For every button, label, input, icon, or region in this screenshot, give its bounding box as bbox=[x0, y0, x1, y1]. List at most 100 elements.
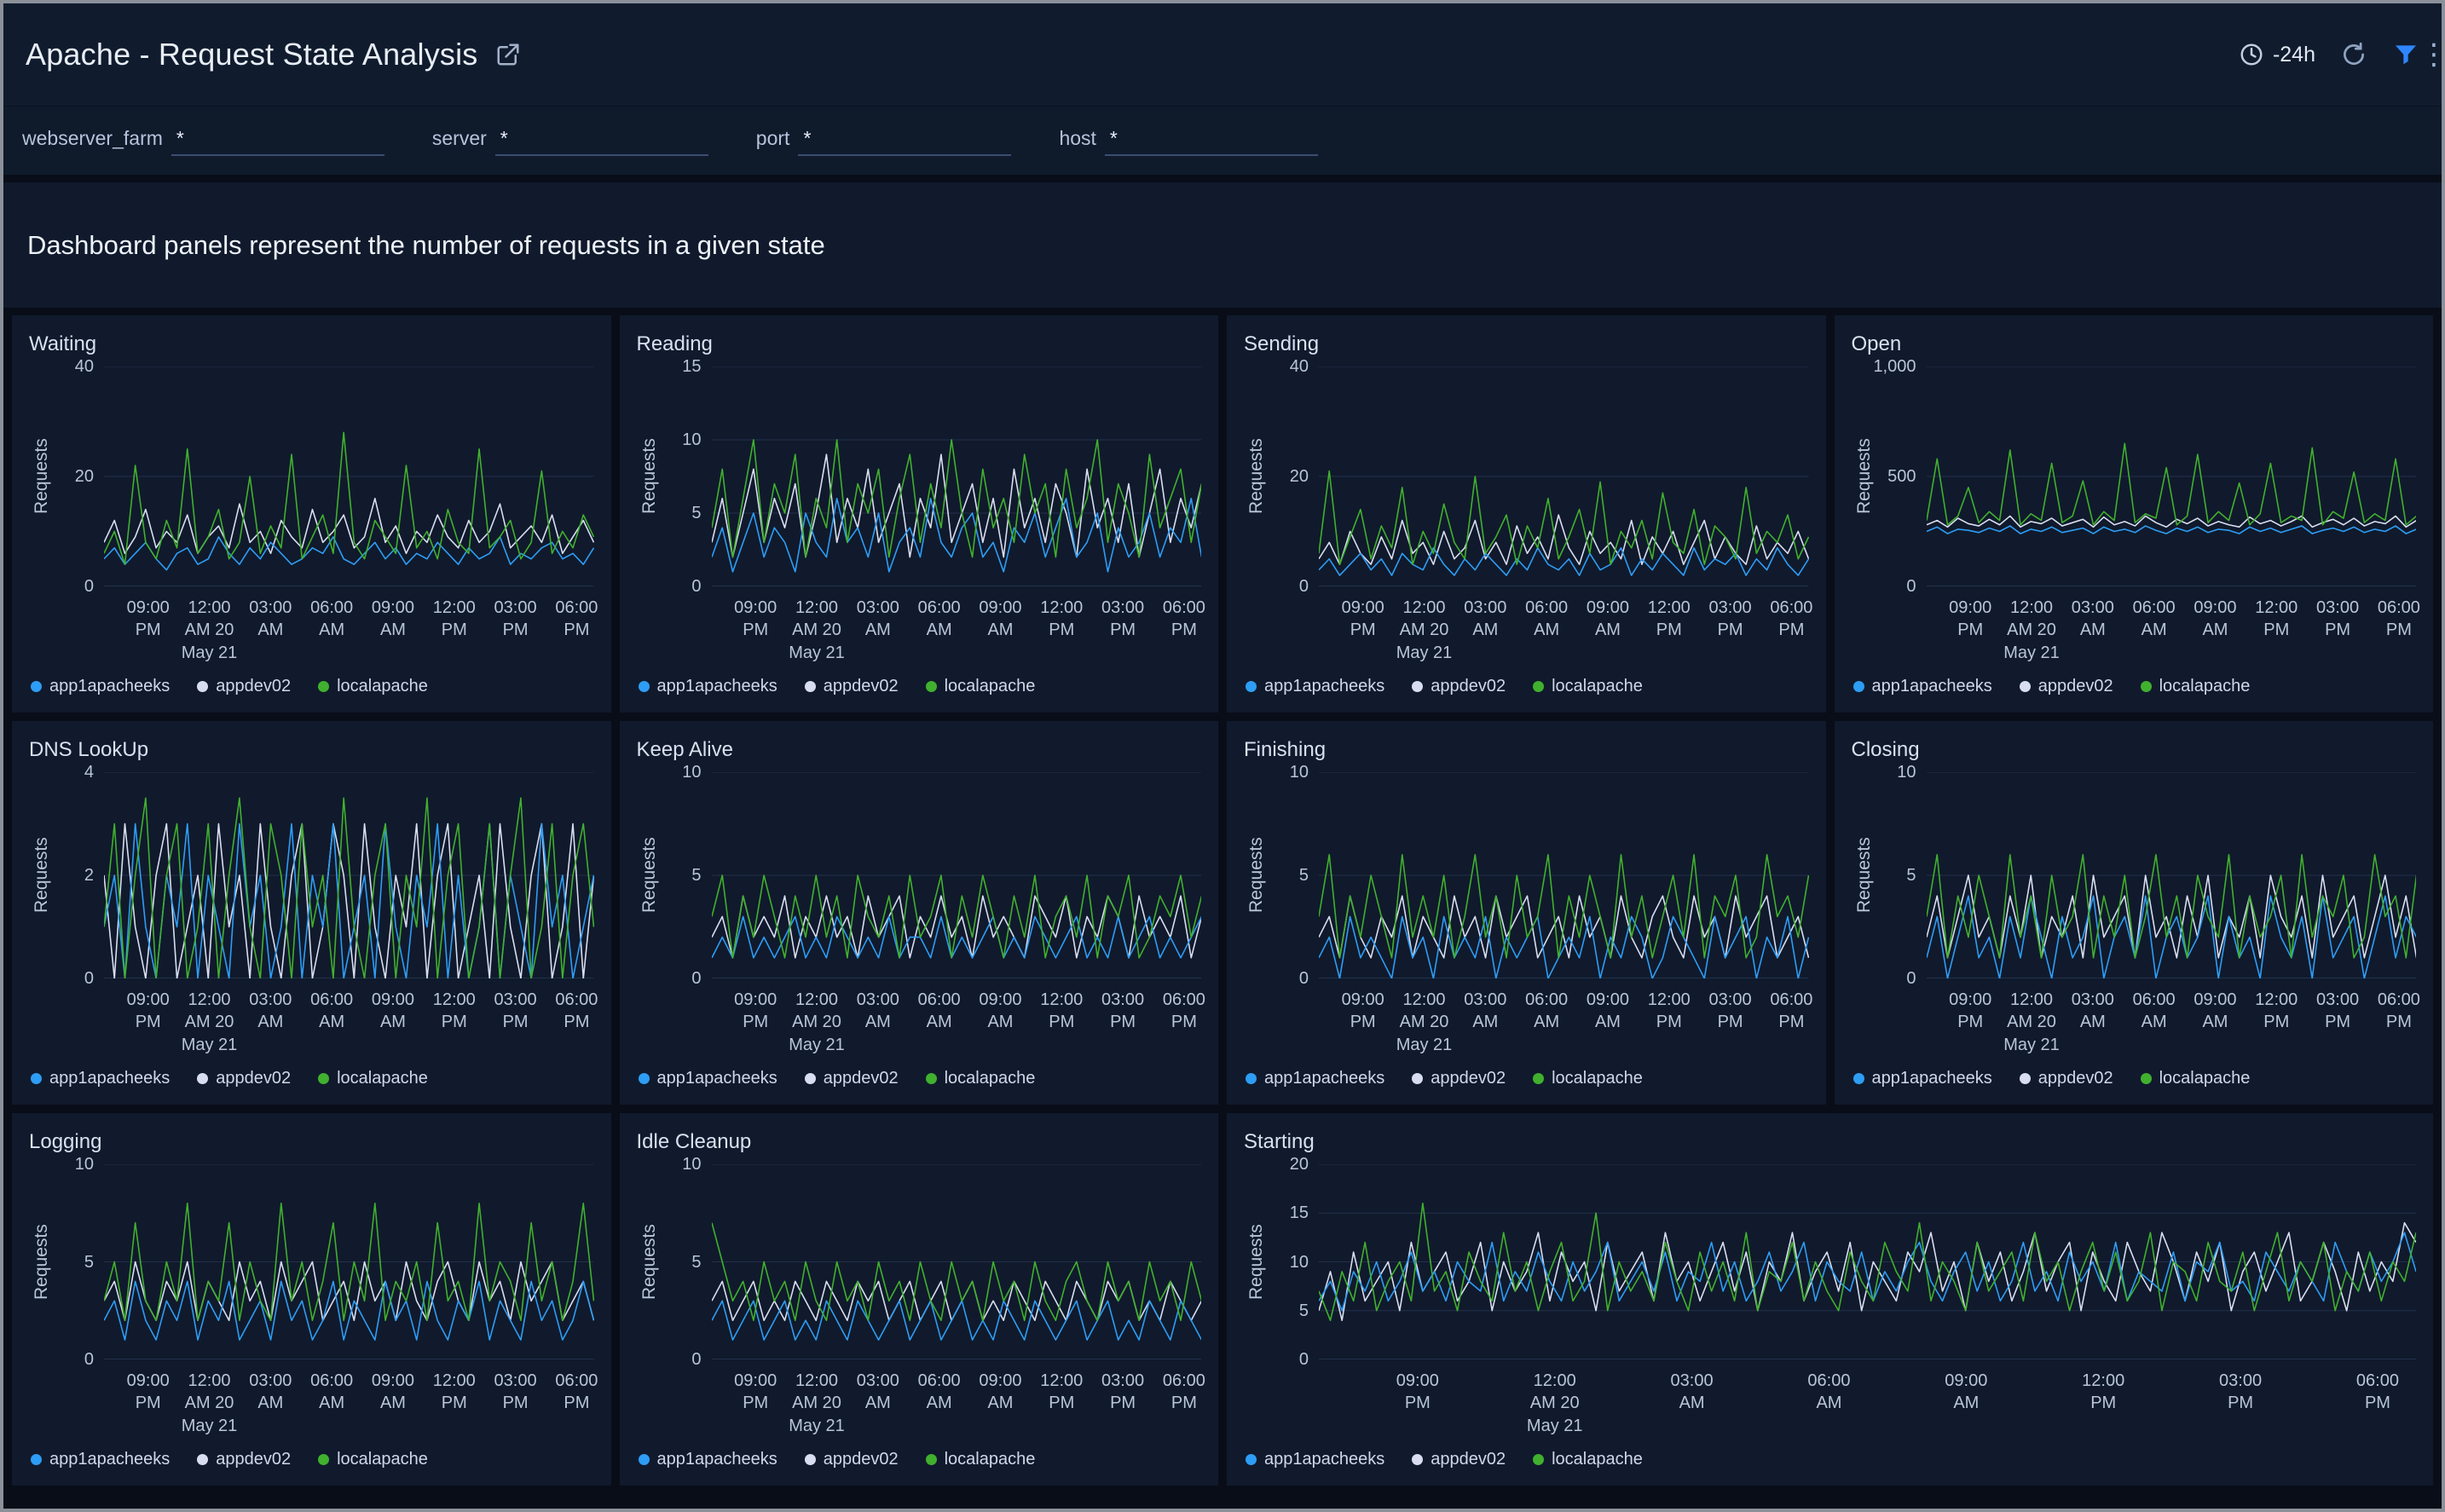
x-tick-label: 06:00 AM bbox=[2133, 597, 2176, 642]
plot-area[interactable] bbox=[712, 366, 1202, 586]
y-tick-label: 4 bbox=[84, 764, 94, 781]
panel-idle-cleanup: Idle Cleanup Requests 0510 09:00 PM12:00… bbox=[620, 1113, 1219, 1486]
legend-item-localapache[interactable]: localapache bbox=[926, 677, 1036, 696]
legend-item-app1apacheeks[interactable]: app1apacheeks bbox=[1246, 1069, 1384, 1088]
legend-dot bbox=[318, 1454, 329, 1465]
x-tick-label: 03:00 AM bbox=[249, 1370, 292, 1415]
legend-dot bbox=[2141, 681, 2152, 692]
y-tick-label: 0 bbox=[691, 970, 701, 987]
panel-closing: Closing Requests 0510 09:00 PM12:00 AM 2… bbox=[1835, 721, 2434, 1105]
kebab-menu-icon[interactable]: ⋮ bbox=[2419, 38, 2445, 72]
legend-label: app1apacheeks bbox=[1872, 677, 1992, 696]
legend-item-app1apacheeks[interactable]: app1apacheeks bbox=[639, 677, 777, 696]
y-tick-label: 20 bbox=[1290, 468, 1309, 485]
legend-item-localapache[interactable]: localapache bbox=[2141, 1069, 2251, 1088]
legend: app1apacheeks appdev02 localapache bbox=[637, 668, 1202, 704]
legend-item-appdev02[interactable]: appdev02 bbox=[2020, 677, 2113, 696]
x-tick-label: 09:00 AM bbox=[1945, 1370, 1987, 1415]
x-tick-label: 09:00 PM bbox=[734, 597, 777, 642]
legend-item-appdev02[interactable]: appdev02 bbox=[805, 1069, 899, 1088]
legend-dot bbox=[318, 1073, 329, 1084]
refresh-icon[interactable] bbox=[2341, 42, 2367, 67]
plot-area[interactable] bbox=[1319, 772, 1809, 978]
funnel-filter-icon[interactable] bbox=[2392, 41, 2419, 68]
plot-area[interactable] bbox=[1927, 772, 2417, 978]
y-axis-ticks: 024 bbox=[55, 772, 104, 978]
clock-icon bbox=[2239, 42, 2264, 67]
legend-item-appdev02[interactable]: appdev02 bbox=[2020, 1069, 2113, 1088]
port-input[interactable] bbox=[798, 125, 1011, 156]
legend-item-appdev02[interactable]: appdev02 bbox=[197, 1069, 291, 1088]
legend-item-localapache[interactable]: localapache bbox=[1533, 1069, 1643, 1088]
legend-item-appdev02[interactable]: appdev02 bbox=[197, 677, 291, 696]
plot-area[interactable] bbox=[104, 1164, 594, 1359]
legend-item-localapache[interactable]: localapache bbox=[318, 1069, 428, 1088]
open-in-new-icon[interactable] bbox=[495, 42, 521, 67]
legend-item-localapache[interactable]: localapache bbox=[318, 1450, 428, 1469]
plot-area[interactable] bbox=[712, 1164, 1202, 1359]
y-tick-label: 0 bbox=[1299, 578, 1309, 595]
chart-reading: Requests 051015 09:00 PM12:00 AM 20 May … bbox=[637, 366, 1202, 668]
y-tick-label: 5 bbox=[1299, 1302, 1309, 1319]
legend-label: app1apacheeks bbox=[1264, 1069, 1384, 1088]
legend-dot bbox=[31, 681, 42, 692]
x-tick-label: 03:00 PM bbox=[1101, 597, 1144, 642]
legend-item-localapache[interactable]: localapache bbox=[1533, 1450, 1643, 1469]
legend-item-localapache[interactable]: localapache bbox=[926, 1450, 1036, 1469]
legend-item-localapache[interactable]: localapache bbox=[2141, 677, 2251, 696]
x-tick-label: 12:00 AM 20 May 21 bbox=[182, 1370, 238, 1437]
plot-area[interactable] bbox=[1319, 1164, 2416, 1359]
y-tick-label: 15 bbox=[1290, 1204, 1309, 1221]
series-appdev02 bbox=[1319, 1223, 2416, 1321]
chart-logging: Requests 0510 09:00 PM12:00 AM 20 May 21… bbox=[29, 1164, 594, 1441]
x-tick-label: 06:00 PM bbox=[1163, 597, 1205, 642]
x-tick-label: 12:00 AM 20 May 21 bbox=[182, 989, 238, 1056]
plot-area[interactable] bbox=[712, 772, 1202, 978]
plot-area[interactable] bbox=[1927, 366, 2417, 586]
legend-dot bbox=[805, 1073, 816, 1084]
y-tick-label: 0 bbox=[1299, 970, 1309, 987]
legend-item-app1apacheeks[interactable]: app1apacheeks bbox=[1853, 1069, 1992, 1088]
time-range-button[interactable]: -24h bbox=[2239, 42, 2315, 67]
x-tick-label: 12:00 AM 20 May 21 bbox=[2003, 597, 2060, 664]
legend-item-appdev02[interactable]: appdev02 bbox=[805, 677, 899, 696]
legend-item-localapache[interactable]: localapache bbox=[926, 1069, 1036, 1088]
legend-item-appdev02[interactable]: appdev02 bbox=[197, 1450, 291, 1469]
legend-item-appdev02[interactable]: appdev02 bbox=[1412, 1069, 1506, 1088]
legend-item-app1apacheeks[interactable]: app1apacheeks bbox=[1246, 1450, 1384, 1469]
panel-title: DNS LookUp bbox=[29, 738, 594, 762]
legend-item-app1apacheeks[interactable]: app1apacheeks bbox=[31, 677, 170, 696]
legend-label: app1apacheeks bbox=[657, 677, 777, 696]
legend-item-app1apacheeks[interactable]: app1apacheeks bbox=[1246, 677, 1384, 696]
webserver-farm-input[interactable] bbox=[171, 125, 384, 156]
x-tick-label: 09:00 PM bbox=[1949, 597, 1991, 642]
legend-item-app1apacheeks[interactable]: app1apacheeks bbox=[639, 1069, 777, 1088]
y-axis-ticks: 02040 bbox=[1269, 366, 1319, 586]
legend-item-localapache[interactable]: localapache bbox=[318, 677, 428, 696]
plot-area[interactable] bbox=[1319, 366, 1809, 586]
x-tick-label: 09:00 PM bbox=[734, 989, 777, 1034]
plot-area[interactable] bbox=[104, 772, 594, 978]
x-tick-label: 03:00 PM bbox=[494, 1370, 537, 1415]
legend-item-appdev02[interactable]: appdev02 bbox=[1412, 1450, 1506, 1469]
legend-dot bbox=[1533, 1073, 1544, 1084]
legend-item-localapache[interactable]: localapache bbox=[1533, 677, 1643, 696]
legend-item-appdev02[interactable]: appdev02 bbox=[1412, 677, 1506, 696]
legend-item-app1apacheeks[interactable]: app1apacheeks bbox=[639, 1450, 777, 1469]
legend-item-app1apacheeks[interactable]: app1apacheeks bbox=[31, 1450, 170, 1469]
x-tick-label: 12:00 PM bbox=[2255, 989, 2298, 1034]
plot-area[interactable] bbox=[104, 366, 594, 586]
host-input[interactable] bbox=[1105, 125, 1318, 156]
series-localapache bbox=[712, 875, 1202, 958]
legend-item-app1apacheeks[interactable]: app1apacheeks bbox=[1853, 677, 1992, 696]
legend-dot bbox=[197, 1073, 208, 1084]
legend-item-app1apacheeks[interactable]: app1apacheeks bbox=[31, 1069, 170, 1088]
x-tick-label: 12:00 PM bbox=[1648, 989, 1691, 1034]
x-tick-label: 06:00 PM bbox=[555, 1370, 598, 1415]
legend-dot bbox=[2020, 681, 2031, 692]
y-tick-label: 0 bbox=[84, 970, 94, 987]
legend-dot bbox=[1246, 1073, 1257, 1084]
server-input[interactable] bbox=[495, 125, 708, 156]
legend-item-appdev02[interactable]: appdev02 bbox=[805, 1450, 899, 1469]
filter-server: server bbox=[432, 125, 708, 156]
